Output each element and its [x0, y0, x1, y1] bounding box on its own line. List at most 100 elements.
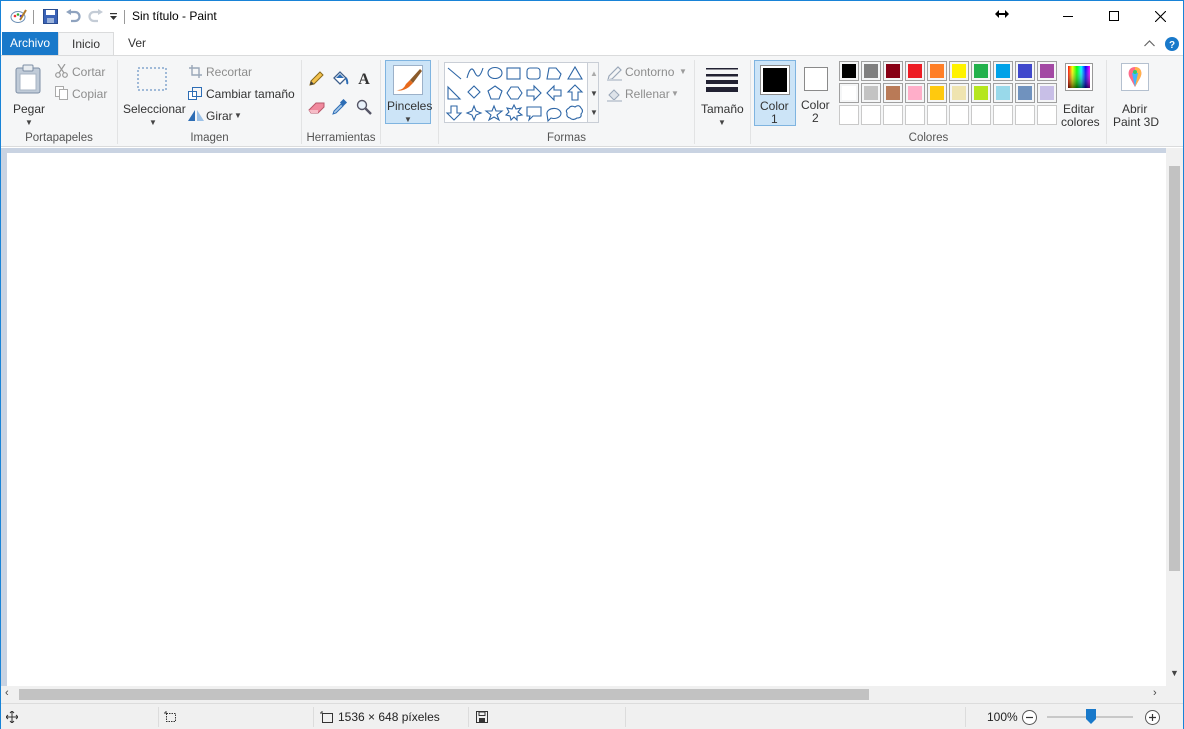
select-button[interactable]: Seleccionar ▼	[121, 60, 186, 128]
color2-button[interactable]: Color 2	[798, 60, 834, 126]
pencil-icon[interactable]	[307, 70, 325, 88]
palette-swatch[interactable]	[839, 83, 859, 103]
palette-swatch[interactable]	[949, 83, 969, 103]
scroll-left-icon[interactable]: ‹	[5, 687, 9, 699]
clipboard-group-label: Portapapeles	[25, 132, 93, 144]
select-label: Seleccionar	[123, 102, 186, 116]
customize-qat-icon[interactable]	[107, 7, 119, 25]
palette-swatch[interactable]	[971, 83, 991, 103]
paste-button[interactable]: Pegar ▼	[7, 60, 49, 128]
tab-file[interactable]: Archivo	[2, 32, 58, 56]
canvas-workspace: ▼	[1, 148, 1183, 686]
palette-swatch[interactable]	[927, 61, 947, 81]
palette-swatch[interactable]	[1015, 83, 1035, 103]
zoom-out-button[interactable]	[1021, 709, 1037, 725]
palette-swatch[interactable]	[839, 61, 859, 81]
shapes-gallery-icons[interactable]	[445, 63, 600, 124]
rotate-dropdown-icon: ▼	[234, 111, 242, 120]
custom-color-slot[interactable]	[927, 105, 947, 125]
palette-swatch[interactable]	[949, 61, 969, 81]
maximize-button[interactable]	[1091, 1, 1137, 31]
eraser-icon[interactable]	[307, 98, 327, 116]
custom-color-slot[interactable]	[949, 105, 969, 125]
custom-color-slot[interactable]	[1037, 105, 1057, 125]
copy-icon	[54, 86, 68, 100]
color-picker-icon[interactable]	[331, 98, 349, 116]
colors-group-label: Colores	[908, 132, 949, 144]
custom-color-slot[interactable]	[839, 105, 859, 125]
edit-colors-label-2: colores	[1061, 115, 1100, 129]
image-group: Seleccionar ▼ Recortar Cambiar tamaño Gi…	[118, 56, 301, 146]
status-separator	[965, 707, 966, 727]
fill-bucket-icon[interactable]	[330, 69, 350, 87]
edit-colors-button[interactable]: Editar colores	[1059, 60, 1100, 129]
vertical-scroll-thumb[interactable]	[1169, 166, 1180, 571]
colors-group: Color 1 Color 2 Editar colores Colores	[751, 56, 1106, 146]
rotate-button[interactable]: Girar	[206, 109, 233, 123]
shapes-gallery	[444, 62, 599, 123]
selection-size-icon	[163, 710, 177, 724]
size-button[interactable]: Tamaño ▼	[698, 60, 746, 127]
gallery-down-icon[interactable]: ▼	[590, 89, 598, 98]
collapse-ribbon-icon[interactable]	[1142, 36, 1156, 50]
custom-color-slot[interactable]	[861, 105, 881, 125]
help-icon[interactable]: ?	[1164, 36, 1179, 51]
palette-swatch[interactable]	[993, 83, 1013, 103]
save-icon[interactable]	[41, 7, 59, 25]
outline-button[interactable]: Contorno	[625, 65, 674, 79]
resize-button[interactable]: Cambiar tamaño	[206, 87, 295, 101]
size-dropdown-icon: ▼	[718, 118, 726, 127]
magnifier-icon[interactable]	[355, 98, 373, 116]
custom-color-slot[interactable]	[971, 105, 991, 125]
custom-color-slot[interactable]	[905, 105, 925, 125]
palette-swatch[interactable]	[905, 83, 925, 103]
palette-swatch[interactable]	[883, 61, 903, 81]
gallery-up-icon[interactable]: ▲	[590, 69, 598, 78]
minimize-icon	[1063, 16, 1073, 17]
palette-swatch[interactable]	[993, 61, 1013, 81]
scroll-down-icon[interactable]: ▼	[1170, 668, 1179, 678]
fill-button[interactable]: Rellenar	[625, 87, 670, 101]
undo-icon[interactable]	[64, 7, 82, 25]
redo-icon[interactable]	[87, 7, 105, 25]
color1-button[interactable]: Color 1	[754, 60, 796, 126]
palette-swatch[interactable]	[861, 83, 881, 103]
crop-button[interactable]: Recortar	[206, 65, 252, 79]
minimize-button[interactable]	[1045, 1, 1091, 31]
custom-color-slot[interactable]	[993, 105, 1013, 125]
horizontal-scroll-thumb[interactable]	[19, 689, 869, 700]
palette-swatch[interactable]	[971, 61, 991, 81]
image-size-icon	[319, 710, 333, 724]
color1-number: 1	[771, 112, 778, 126]
open-paint3d-button[interactable]: Abrir Paint 3D	[1109, 60, 1161, 130]
palette-swatch[interactable]	[1037, 83, 1057, 103]
palette-swatch[interactable]	[883, 83, 903, 103]
paint-app-icon[interactable]	[9, 7, 27, 25]
text-tool-icon[interactable]: A	[355, 69, 373, 87]
brushes-button[interactable]: Pinceles ▼	[385, 60, 432, 124]
rotate-icon	[188, 108, 204, 122]
title-separator	[124, 10, 125, 24]
zoom-slider-thumb[interactable]	[1086, 709, 1096, 724]
status-separator	[468, 707, 469, 727]
resize-cursor-icon	[994, 5, 1010, 23]
drawing-canvas[interactable]	[7, 153, 1166, 686]
tab-view[interactable]: Ver	[114, 32, 160, 56]
palette-swatch[interactable]	[927, 83, 947, 103]
shapes-gallery-scroll[interactable]: ▲ ▼ ▼	[587, 62, 599, 123]
scroll-right-icon[interactable]: ›	[1153, 687, 1157, 699]
close-button[interactable]	[1137, 1, 1183, 31]
brush-icon	[392, 64, 424, 96]
fill-dropdown-icon: ▼	[671, 89, 679, 98]
palette-swatch[interactable]	[1037, 61, 1057, 81]
gallery-more-icon[interactable]: ▼	[590, 108, 598, 117]
cut-button[interactable]: Cortar	[72, 65, 105, 79]
tab-home[interactable]: Inicio	[58, 32, 114, 57]
custom-color-slot[interactable]	[883, 105, 903, 125]
palette-swatch[interactable]	[861, 61, 881, 81]
custom-color-slot[interactable]	[1015, 105, 1035, 125]
palette-swatch[interactable]	[905, 61, 925, 81]
copy-button[interactable]: Copiar	[72, 87, 107, 101]
zoom-in-button[interactable]	[1144, 709, 1160, 725]
palette-swatch[interactable]	[1015, 61, 1035, 81]
